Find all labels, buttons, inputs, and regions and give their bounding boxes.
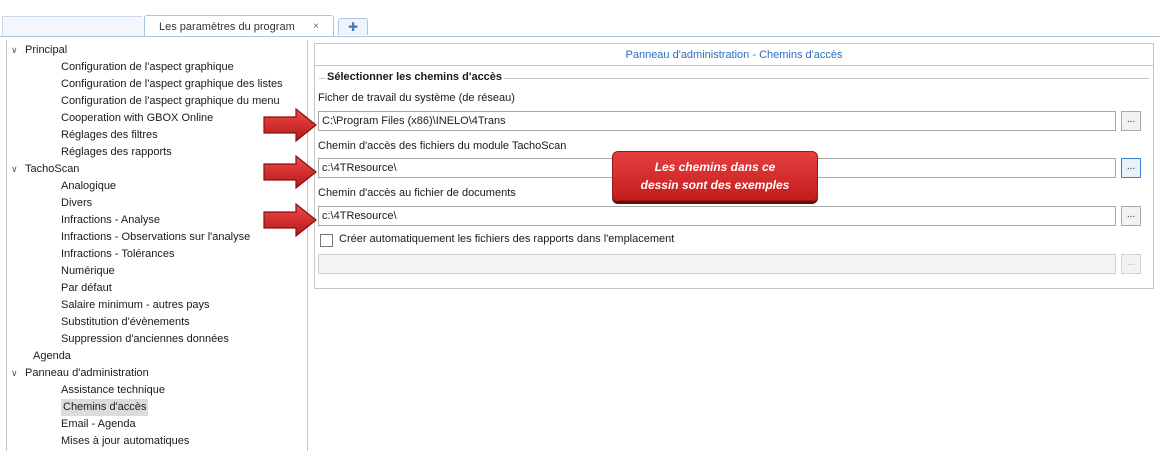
tachoscan-path-label: Chemin d'accès des fichiers du module Ta… [318, 140, 567, 152]
tree-item[interactable]: Par défaut [61, 280, 112, 297]
tree-item[interactable]: Infractions - Tolérances [61, 246, 175, 263]
tree-item[interactable]: Numérique [61, 263, 115, 280]
tree-item[interactable]: Configuration de l'aspect graphique [61, 59, 234, 76]
tree-item[interactable]: Assistance technique [61, 382, 165, 399]
system-workfile-input[interactable]: C:\Program Files (x86)\INELO\4Trans [318, 111, 1116, 131]
tab-divider [0, 36, 1160, 37]
tab-strip: Les paramètres du program × ✚ [0, 0, 1160, 40]
tree-item-selected[interactable]: Chemins d'accès [61, 399, 149, 416]
arrow-icon [263, 108, 317, 142]
tree-item[interactable]: Mises à jour automatiques [61, 433, 189, 450]
system-workfile-label: Ficher de travail du système (de réseau) [318, 92, 515, 104]
chevron-down-icon[interactable]: ∨ [11, 365, 25, 382]
settings-tree: ∨ Principal Configuration de l'aspect gra… [6, 40, 308, 451]
tree-group-principal[interactable]: ∨ Principal [11, 42, 67, 59]
tree-group-tachoscan[interactable]: ∨ TachoScan [11, 161, 79, 178]
example-paths-callout: Les chemins dans ce dessin sont des exem… [612, 151, 818, 201]
auto-report-label: Créer automatiquement les fichiers des r… [339, 233, 675, 245]
arrow-icon [263, 203, 317, 237]
tab-settings[interactable]: Les paramètres du program × [144, 15, 334, 37]
auto-report-checkbox[interactable] [320, 234, 333, 247]
browse-button[interactable]: ... [1121, 206, 1141, 226]
tree-item[interactable]: Suppression d'anciennes données [61, 331, 229, 348]
tree-item[interactable]: Réglages des rapports [61, 144, 172, 161]
tab-settings-label: Les paramètres du program [159, 20, 295, 33]
tab-previous[interactable] [2, 16, 150, 36]
report-path-input[interactable] [318, 254, 1116, 274]
tree-group-admin[interactable]: ∨ Panneau d'administration [11, 365, 149, 382]
callout-line-1: Les chemins dans ce [654, 160, 776, 174]
close-icon[interactable]: × [313, 21, 319, 32]
tree-item[interactable]: Configuration de l'aspect graphique du m… [61, 93, 280, 110]
tree-item[interactable]: Cooperation with GBOX Online [61, 110, 213, 127]
tree-item[interactable]: Infractions - Observations sur l'analyse [61, 229, 250, 246]
arrow-icon [263, 155, 317, 189]
tree-item[interactable]: Infractions - Analyse [61, 212, 160, 229]
tree-item[interactable]: Analogique [61, 178, 116, 195]
callout-line-2: dessin sont des exemples [640, 178, 790, 192]
tree-item[interactable]: Email - Agenda [61, 416, 136, 433]
tree-item[interactable]: Salaire minimum - autres pays [61, 297, 210, 314]
documents-path-input[interactable]: c:\4TResource\ [318, 206, 1116, 226]
browse-button[interactable]: ... [1121, 111, 1141, 131]
tree-group-agenda[interactable]: Agenda [33, 348, 71, 365]
tree-item[interactable]: Réglages des filtres [61, 127, 158, 144]
group-title: Sélectionner les chemins d'accès [325, 71, 505, 83]
tree-item[interactable]: Divers [61, 195, 92, 212]
tree-item[interactable]: Substitution d'évènements [61, 314, 190, 331]
browse-button[interactable]: ... [1121, 254, 1141, 274]
browse-button[interactable]: ... [1121, 158, 1141, 178]
new-tab-icon[interactable]: ✚ [338, 18, 368, 35]
chevron-down-icon[interactable]: ∨ [11, 161, 25, 178]
tree-item[interactable]: Configuration de l'aspect graphique des … [61, 76, 283, 93]
chevron-down-icon[interactable]: ∨ [11, 42, 25, 59]
panel-title: Panneau d'administration - Chemins d'acc… [315, 44, 1153, 66]
documents-path-label: Chemin d'accès au fichier de documents [318, 187, 516, 199]
